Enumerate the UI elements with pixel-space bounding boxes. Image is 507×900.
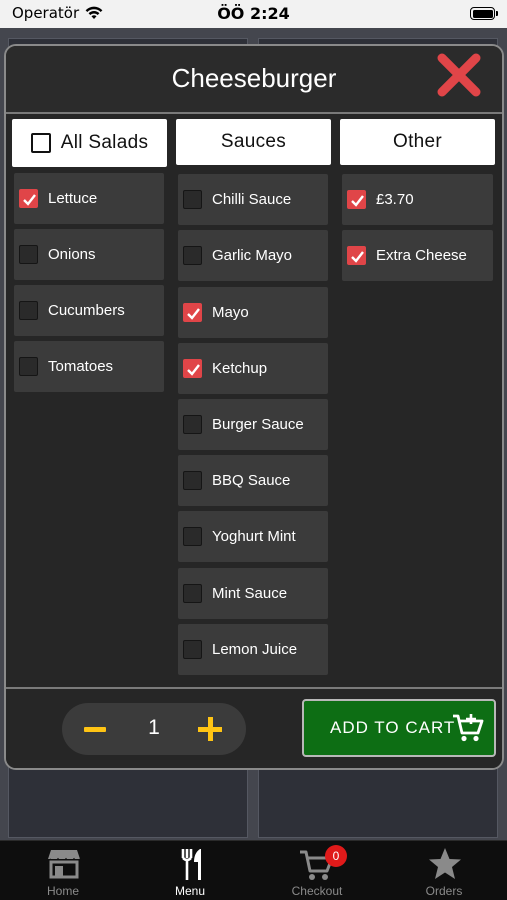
checkbox[interactable] xyxy=(183,415,202,434)
option-mint-sauce[interactable]: Mint Sauce xyxy=(178,568,328,619)
column-header-other: Other xyxy=(340,119,495,165)
option-label: Mayo xyxy=(212,304,249,321)
tab-label: Orders xyxy=(425,884,463,898)
tab-orders[interactable]: Orders xyxy=(381,841,507,900)
checkbox[interactable] xyxy=(183,359,202,378)
option-mayo[interactable]: Mayo xyxy=(178,287,328,338)
modal-title: Cheeseburger xyxy=(171,63,337,93)
checkbox[interactable] xyxy=(183,303,202,322)
option-bbq-sauce[interactable]: BBQ Sauce xyxy=(178,455,328,506)
tab-label: Checkout xyxy=(291,884,343,898)
option-label: BBQ Sauce xyxy=(212,472,291,489)
tab-label: Home xyxy=(46,884,79,898)
checkbox[interactable] xyxy=(183,471,202,490)
checkbox[interactable] xyxy=(183,584,202,603)
option-burger-sauce[interactable]: Burger Sauce xyxy=(178,399,328,450)
option-label: Cucumbers xyxy=(48,302,125,319)
increase-quantity-button[interactable] xyxy=(198,717,222,741)
checkmark-icon xyxy=(351,251,364,263)
checkbox[interactable] xyxy=(183,190,202,209)
column-header-label: All Salads xyxy=(60,132,149,153)
option-label: Chilli Sauce xyxy=(212,191,292,208)
modal-footer: 1 ADD TO CART xyxy=(6,687,502,768)
status-bar: Operatör ÖÖ 2:24 xyxy=(0,0,507,28)
option-ketchup[interactable]: Ketchup xyxy=(178,343,328,394)
option-label: Lettuce xyxy=(48,190,98,207)
add-to-cart-label: ADD TO CART xyxy=(330,718,456,737)
checkbox[interactable] xyxy=(347,246,366,265)
option-label: £3.70 xyxy=(376,191,414,208)
option-garlic-mayo[interactable]: Garlic Mayo xyxy=(178,230,328,281)
checkbox[interactable] xyxy=(19,245,38,264)
checkmark-icon xyxy=(187,308,200,320)
option-lemon-juice[interactable]: Lemon Juice xyxy=(178,624,328,675)
modal-header: Cheeseburger xyxy=(6,46,502,114)
star-icon xyxy=(429,848,461,879)
option-yoghurt-mint[interactable]: Yoghurt Mint xyxy=(178,511,328,562)
close-icon xyxy=(437,53,481,97)
option-extra-cheese[interactable]: Extra Cheese xyxy=(342,230,493,281)
checkbox[interactable] xyxy=(183,527,202,546)
tab-checkout[interactable]: 0 Checkout xyxy=(254,841,380,900)
option-tomatoes[interactable]: Tomatoes xyxy=(14,341,164,392)
option-label: Ketchup xyxy=(212,360,268,377)
quantity-stepper: 1 xyxy=(62,703,246,755)
all-salads-checkbox[interactable] xyxy=(30,133,51,153)
checkmark-icon xyxy=(187,364,200,376)
option-label: Lemon Juice xyxy=(212,641,298,658)
tab-home[interactable]: Home xyxy=(0,841,126,900)
option-price[interactable]: £3.70 xyxy=(342,174,493,225)
product-options-modal: Cheeseburger All Salads Sauces Other Let… xyxy=(4,44,504,770)
option-label: Onions xyxy=(48,246,96,263)
checkmark-icon xyxy=(351,195,364,207)
column-header-label: Sauces xyxy=(220,131,287,152)
option-label: Burger Sauce xyxy=(212,416,304,433)
option-onions[interactable]: Onions xyxy=(14,229,164,280)
checkbox[interactable] xyxy=(19,189,38,208)
status-time: ÖÖ 2:24 xyxy=(217,4,290,23)
all-salads-toggle[interactable]: All Salads xyxy=(12,119,167,167)
option-label: Extra Cheese xyxy=(376,247,467,264)
close-button[interactable] xyxy=(436,52,482,98)
store-icon xyxy=(48,850,81,879)
checkbox[interactable] xyxy=(183,246,202,265)
tab-bar: Home Menu 0 Checkout Orders xyxy=(0,840,507,900)
option-chilli-sauce[interactable]: Chilli Sauce xyxy=(178,174,328,225)
checkmark-icon xyxy=(23,194,36,206)
option-label: Tomatoes xyxy=(48,358,114,375)
column-header-sauces: Sauces xyxy=(176,119,331,165)
checkbox[interactable] xyxy=(19,357,38,376)
checkbox[interactable] xyxy=(19,301,38,320)
decrease-quantity-button[interactable] xyxy=(84,727,106,732)
add-to-cart-button[interactable]: ADD TO CART xyxy=(302,699,496,757)
column-header-label: Other xyxy=(392,131,443,152)
cart-count-badge: 0 xyxy=(325,845,347,867)
option-cucumbers[interactable]: Cucumbers xyxy=(14,285,164,336)
option-label: Yoghurt Mint xyxy=(212,528,296,545)
battery-icon xyxy=(470,7,498,20)
option-lettuce[interactable]: Lettuce xyxy=(14,173,164,224)
option-label: Mint Sauce xyxy=(212,585,288,602)
tab-label: Menu xyxy=(174,884,206,898)
option-label: Garlic Mayo xyxy=(212,247,293,264)
cutlery-icon xyxy=(181,849,201,880)
tab-menu[interactable]: Menu xyxy=(127,841,253,900)
quantity-value: 1 xyxy=(148,716,160,739)
checkbox[interactable] xyxy=(183,640,202,659)
checkbox[interactable] xyxy=(347,190,366,209)
add-to-cart-icon xyxy=(453,714,484,742)
